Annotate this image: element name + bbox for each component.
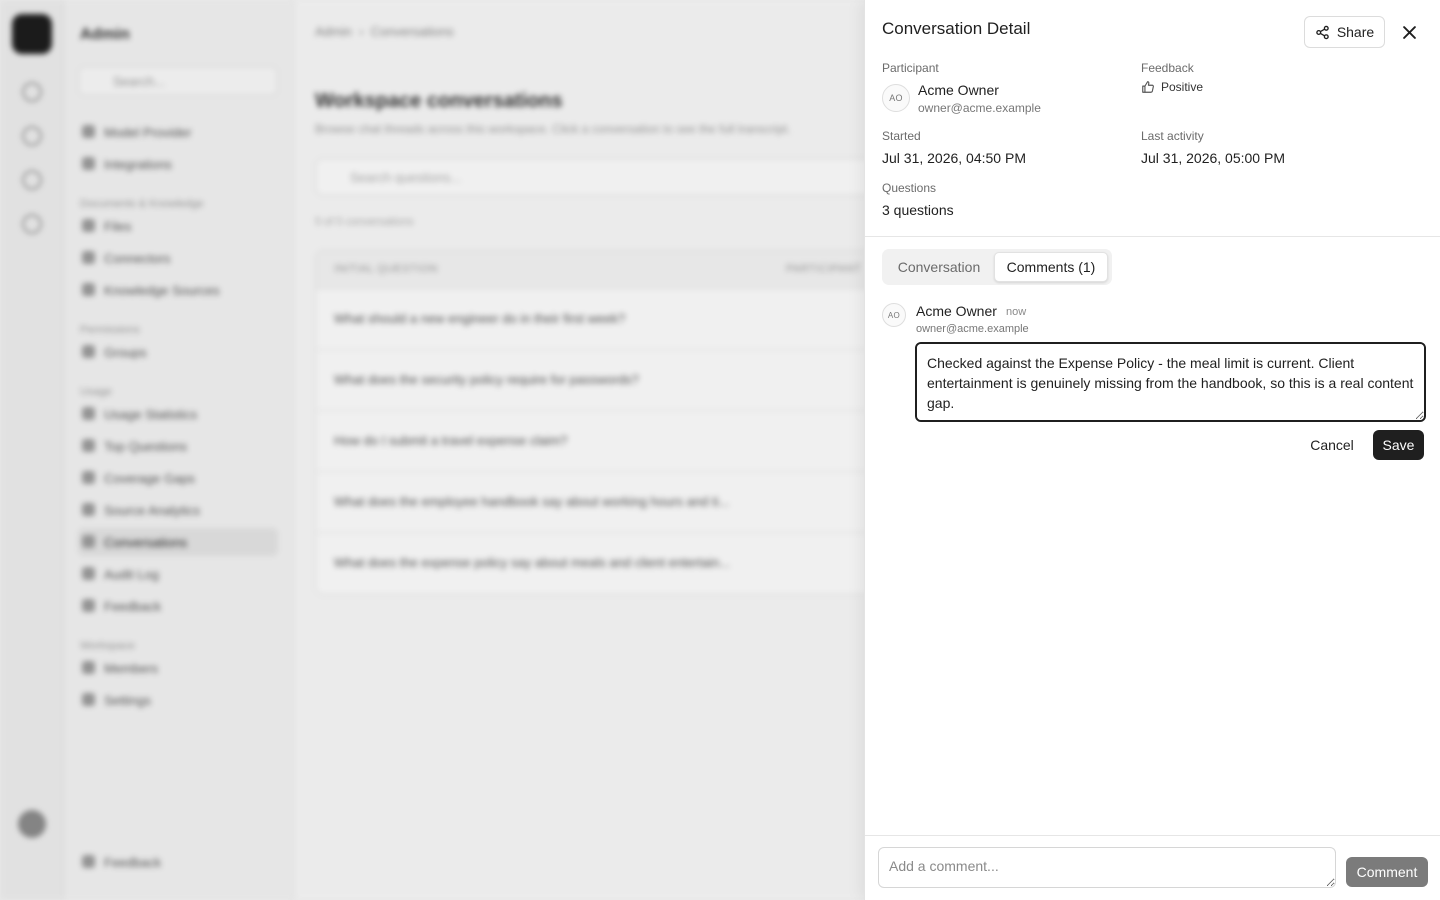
comment-timestamp: now <box>1006 306 1027 318</box>
tab-conversation[interactable]: Conversation <box>885 252 993 282</box>
close-icon <box>1402 25 1416 39</box>
composer-divider <box>865 835 1440 836</box>
edit-comment-textarea[interactable]: Checked against the Expense Policy - the… <box>915 342 1426 422</box>
share-label: Share <box>1336 24 1375 40</box>
feedback-label: Feedback <box>1141 61 1194 75</box>
add-comment-input[interactable] <box>878 847 1336 888</box>
started-value: Jul 31, 2026, 04:50 PM <box>882 150 1026 166</box>
feedback-text: Positive <box>1161 80 1204 94</box>
comment-author-email: owner@acme.example <box>916 323 1029 335</box>
close-button[interactable] <box>1398 21 1420 43</box>
participant-avatar: AO <box>882 84 910 112</box>
thumbs-up-icon <box>1142 81 1154 93</box>
comment-avatar: AO <box>882 303 906 327</box>
save-button[interactable]: Save <box>1373 430 1424 460</box>
drawer-title: Conversation Detail <box>882 19 1031 38</box>
questions-label: Questions <box>882 181 937 195</box>
participant-name: Acme Owner <box>918 82 999 98</box>
cancel-button[interactable]: Cancel <box>1300 430 1364 460</box>
questions-value: 3 questions <box>882 202 954 218</box>
share-button[interactable]: Share <box>1304 16 1385 48</box>
comment-author: Acme Owner <box>916 303 997 319</box>
last-activity-label: Last activity <box>1141 129 1204 143</box>
tab-comments[interactable]: Comments (1) <box>994 252 1108 282</box>
detail-tabs: Conversation Comments (1) <box>882 249 1112 285</box>
conversation-detail-drawer: Conversation Detail Share Participant AO… <box>864 0 1440 900</box>
feedback-value: Positive <box>1141 80 1203 94</box>
share-icon <box>1316 25 1329 39</box>
participant-email: owner@acme.example <box>918 101 1041 115</box>
participant-label: Participant <box>882 61 939 75</box>
comment-submit-button[interactable]: Comment <box>1346 857 1428 887</box>
last-activity-value: Jul 31, 2026, 05:00 PM <box>1141 150 1285 166</box>
section-divider <box>865 236 1440 237</box>
started-label: Started <box>882 129 921 143</box>
